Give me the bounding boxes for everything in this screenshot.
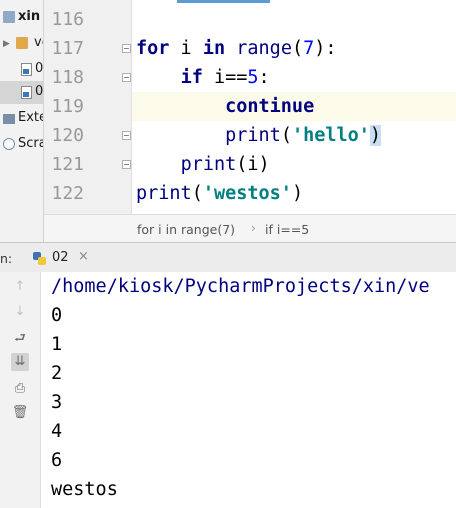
chevron-right-icon[interactable]: ▶: [3, 39, 15, 51]
code-line-for: for i in range(7):: [136, 38, 337, 59]
run-panel-title: n:: [0, 251, 13, 266]
python-icon: [33, 252, 46, 265]
up-arrow-icon[interactable]: ↑: [11, 278, 29, 296]
line-number: 116: [51, 9, 84, 30]
tree-item-label: 0: [35, 61, 44, 76]
tree-item-file-selected[interactable]: 0: [0, 81, 43, 104]
python-file-icon: [21, 86, 32, 99]
code-line-print-hello: print('hello'): [225, 125, 382, 146]
breadcrumb-separator: ›: [251, 221, 256, 235]
tree-item-external-libraries[interactable]: Exte: [0, 107, 43, 130]
print-icon[interactable]: ⎙: [11, 380, 29, 398]
line-number: 122: [51, 183, 84, 204]
run-toolbar: ↑ ↓ ⮐ ⇊ ⎙ 🗑: [0, 272, 41, 508]
run-tab-label[interactable]: 02: [52, 250, 69, 265]
console-line: 3: [51, 392, 63, 413]
console-line-command: /home/kiosk/PycharmProjects/xin/ve: [51, 276, 430, 297]
python-file-icon: [21, 63, 32, 76]
trash-icon[interactable]: 🗑: [11, 404, 29, 422]
code-line-print-westos: print('westos'): [136, 183, 304, 204]
tree-item-scratches[interactable]: Scra: [0, 133, 43, 156]
line-number: 120: [51, 125, 84, 146]
console-line: 6: [51, 450, 63, 471]
scratch-icon: [3, 138, 15, 150]
tree-item-label: 0: [35, 84, 44, 99]
tree-item-label: Exte: [18, 110, 43, 125]
console-line: westos: [51, 479, 118, 500]
down-arrow-icon[interactable]: ↓: [11, 303, 29, 321]
tree-item-label: Scra: [18, 136, 44, 151]
fold-end-icon[interactable]: [122, 131, 131, 140]
run-panel-header: n: 02 ×: [0, 242, 456, 272]
tree-item-file[interactable]: 0: [0, 58, 43, 81]
line-number-gutter: 116 117 118 119 120 121 122: [44, 0, 132, 214]
code-line-continue: continue: [225, 96, 315, 117]
tree-item-label: ve: [34, 35, 43, 50]
library-icon: [3, 114, 15, 124]
console-line: 4: [51, 421, 63, 442]
folder-icon: [3, 11, 15, 23]
close-icon[interactable]: ×: [78, 249, 89, 264]
code-line-if: if i==5:: [180, 67, 270, 88]
active-tab-indicator: [177, 0, 270, 3]
line-number-current: 119: [51, 96, 84, 117]
fold-end-icon[interactable]: [122, 160, 131, 169]
line-number: 117: [51, 38, 84, 59]
breadcrumb-item[interactable]: if i==5: [265, 222, 309, 237]
tree-item-venv[interactable]: ▶ ve: [0, 32, 43, 55]
tree-item-project-root[interactable]: xin: [0, 6, 43, 29]
console-line: 0: [51, 305, 63, 326]
line-number: 121: [51, 154, 84, 175]
console-line: 1: [51, 334, 63, 355]
fold-collapse-icon[interactable]: [122, 73, 131, 82]
breadcrumb-item[interactable]: for i in range(7): [137, 222, 235, 237]
tree-item-label: xin: [18, 9, 41, 24]
code-editor[interactable]: 116 117 118 119 120 121 122 for i in ran…: [44, 0, 456, 214]
line-number: 118: [51, 67, 84, 88]
code-line-print-i: print(i): [180, 154, 270, 175]
project-tree-panel: xin ▶ ve 0 0 Exte Scra: [0, 0, 44, 242]
fold-collapse-icon[interactable]: [122, 44, 131, 53]
folder-icon: [16, 37, 28, 49]
breadcrumb: for i in range(7) › if i==5: [44, 214, 456, 242]
soft-wrap-icon[interactable]: ⮐: [11, 330, 29, 348]
scroll-to-end-icon[interactable]: ⇊: [11, 353, 29, 371]
console-line: 2: [51, 363, 63, 384]
console-output[interactable]: /home/kiosk/PycharmProjects/xin/ve 0 1 2…: [41, 272, 456, 508]
